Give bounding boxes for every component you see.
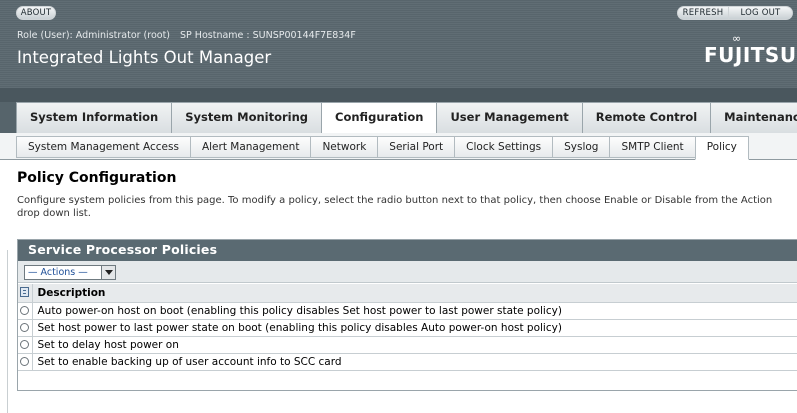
tab-configuration[interactable]: Configuration: [321, 102, 438, 133]
product-name: Integrated Lights Out Manager: [17, 48, 272, 67]
page-title: Policy Configuration: [17, 170, 177, 186]
subtab-system-management-access[interactable]: System Management Access: [16, 136, 191, 158]
tab-user-management[interactable]: User Management: [436, 102, 583, 133]
subtab-alert-management[interactable]: Alert Management: [189, 136, 312, 158]
brand-logo: ∞ FUJITSU: [704, 32, 797, 67]
policy-description: Set to enable backing up of user account…: [32, 353, 797, 371]
hostname-text: SP Hostname : SUNSP00144F7E834F: [180, 30, 356, 41]
refresh-button[interactable]: REFRESH: [677, 6, 729, 20]
table-row: Set host power to last power state on bo…: [18, 319, 797, 337]
table-header-row: Description: [18, 284, 797, 303]
primary-tabs: System Information System Monitoring Con…: [16, 102, 797, 133]
logout-button[interactable]: LOG OUT: [729, 6, 793, 20]
subtab-policy[interactable]: Policy: [694, 136, 749, 160]
actions-dropdown-value: — Actions —: [28, 267, 88, 278]
secondary-tab-band: System Management Access Alert Managemen…: [0, 133, 797, 160]
about-button[interactable]: ABOUT: [16, 6, 56, 20]
tab-system-information[interactable]: System Information: [16, 102, 173, 133]
actions-dropdown[interactable]: — Actions —: [24, 265, 116, 280]
select-column-header[interactable]: [18, 284, 33, 303]
policy-radio[interactable]: [20, 305, 30, 315]
divider: [7, 250, 8, 413]
table-row: Set to delay host power on: [18, 336, 797, 354]
subtab-smtp-client[interactable]: SMTP Client: [609, 136, 696, 158]
table-row: Auto power-on host on boot (enabling thi…: [18, 302, 797, 320]
policy-radio[interactable]: [20, 339, 30, 349]
panel-title: Service Processor Policies: [18, 240, 797, 261]
policy-description: Auto power-on host on boot (enabling thi…: [32, 302, 797, 320]
role-text: Role (User): Administrator (root): [17, 30, 171, 41]
policies-panel: Service Processor Policies — Actions — D…: [17, 239, 797, 391]
secondary-tabs: System Management Access Alert Managemen…: [16, 136, 749, 160]
primary-tab-band: System Information System Monitoring Con…: [0, 88, 797, 133]
table-row: Set to enable backing up of user account…: [18, 353, 797, 371]
session-info: Role (User): Administrator (root) SP Host…: [17, 30, 356, 41]
policy-radio[interactable]: [20, 356, 30, 366]
chevron-down-icon[interactable]: [101, 266, 115, 279]
column-header-description: Description: [32, 284, 797, 303]
policies-table: Description Auto power-on host on boot (…: [18, 284, 797, 371]
tab-maintenance[interactable]: Maintenance: [710, 102, 797, 133]
policy-radio[interactable]: [20, 322, 30, 332]
subtab-network[interactable]: Network: [310, 136, 379, 158]
subtab-syslog[interactable]: Syslog: [552, 136, 611, 158]
infinity-icon: ∞: [732, 32, 742, 45]
masthead: ABOUT REFRESH LOG OUT Role (User): Admin…: [0, 0, 797, 88]
actions-toolbar: — Actions —: [18, 261, 797, 283]
policy-description: Set host power to last power state on bo…: [32, 319, 797, 337]
brand-name: FUJITSU: [704, 43, 797, 67]
page-description: Configure system policies from this page…: [17, 195, 773, 219]
subtab-clock-settings[interactable]: Clock Settings: [454, 136, 554, 158]
select-all-icon[interactable]: [20, 287, 30, 298]
tab-system-monitoring[interactable]: System Monitoring: [171, 102, 323, 133]
tab-remote-control[interactable]: Remote Control: [581, 102, 712, 133]
policy-description: Set to delay host power on: [32, 336, 797, 354]
subtab-serial-port[interactable]: Serial Port: [377, 136, 456, 158]
